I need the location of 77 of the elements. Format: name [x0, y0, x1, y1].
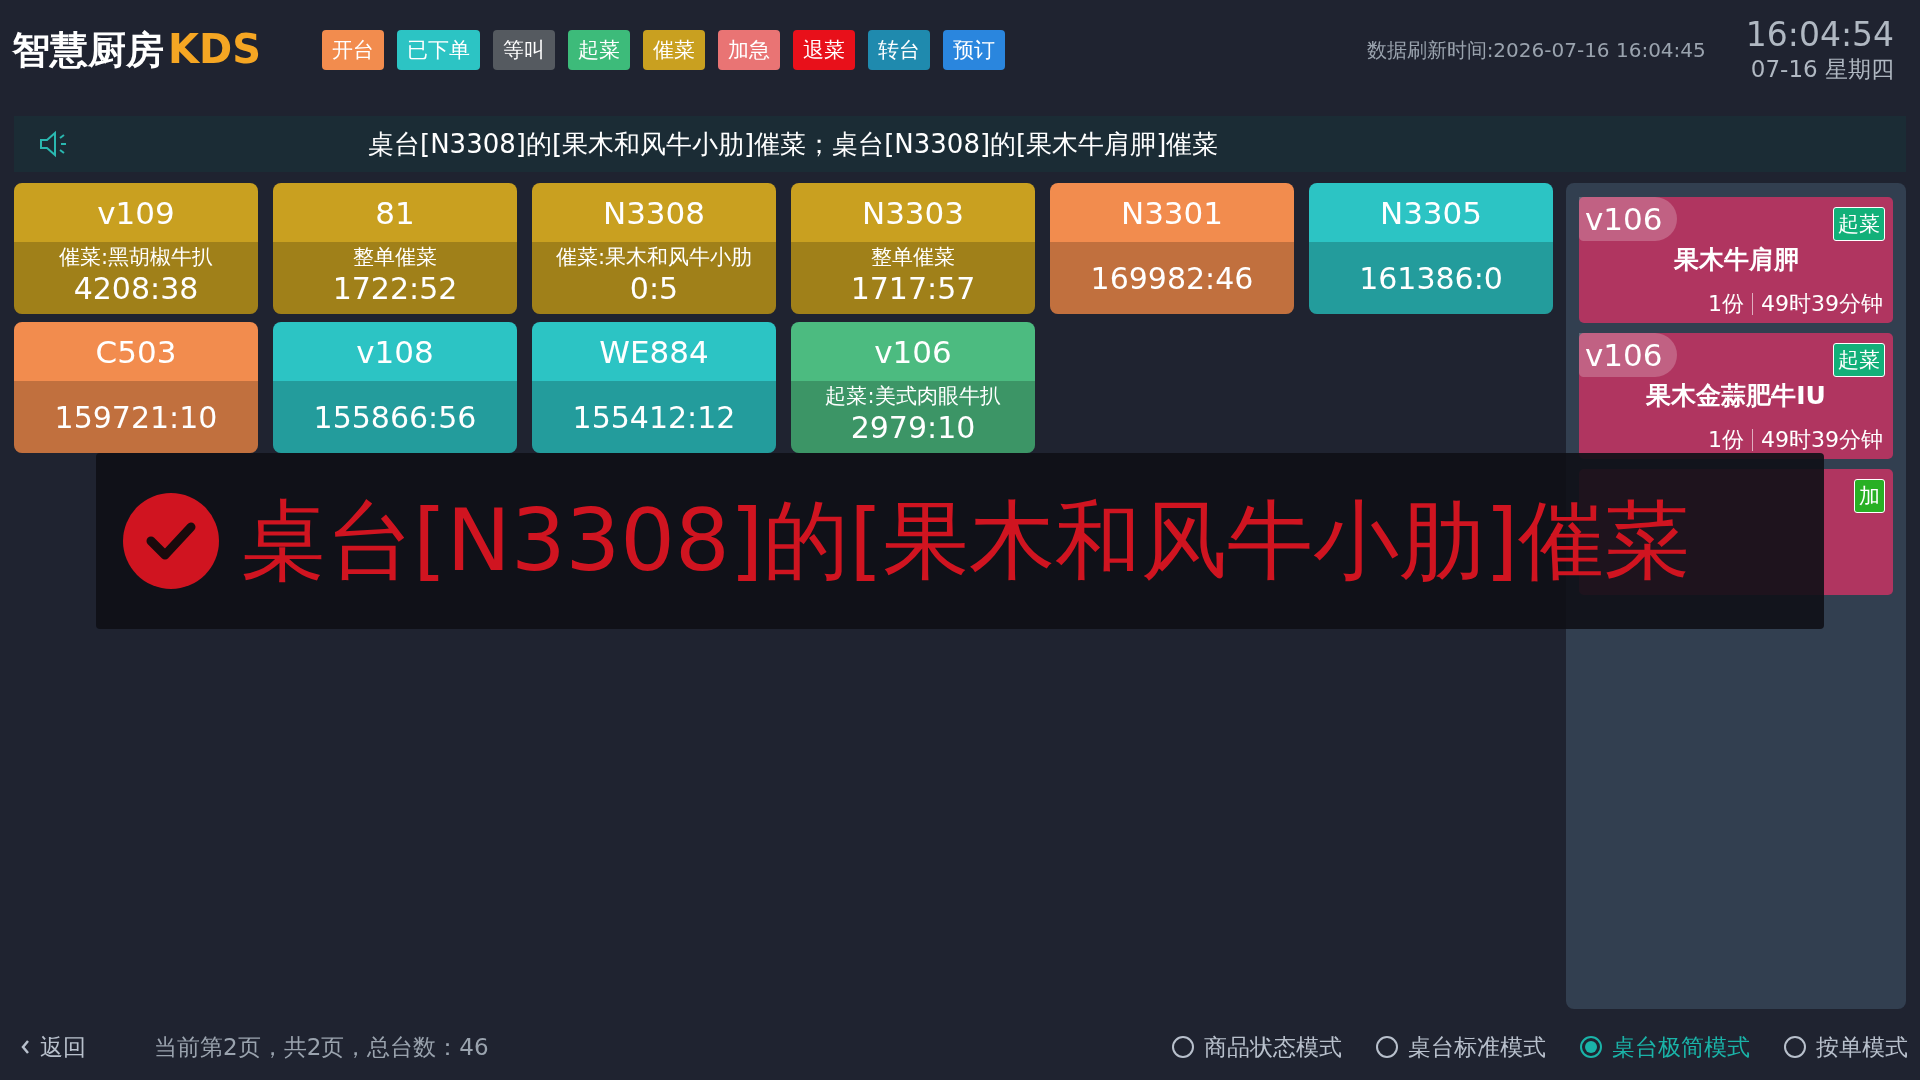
table-name: C503	[95, 333, 177, 370]
table-card[interactable]: WE884 155412:12	[532, 322, 776, 453]
table-note: 整单催菜	[353, 243, 437, 271]
table-timer: 2979:10	[850, 409, 976, 445]
clock-date: 07-16 星期四	[1750, 55, 1894, 84]
status-legend-tag: 等叫	[493, 30, 555, 70]
mode-radio[interactable]: 按单模式	[1784, 1031, 1908, 1063]
toast-message: 桌台[N3308]的[果木和风牛小肋]催菜	[241, 488, 1691, 592]
table-card[interactable]: v108 155866:56	[273, 322, 517, 453]
table-card[interactable]: N3308 催菜:果木和风牛小肋 0:5	[532, 183, 776, 314]
table-name: v108	[356, 333, 434, 370]
table-timer: 155866:56	[313, 399, 477, 435]
table-card[interactable]: N3305 161386:0	[1309, 183, 1553, 314]
dish-name: 果木金蒜肥牛IU	[1645, 380, 1827, 412]
status-legend-tag: 开台	[322, 30, 384, 70]
table-name: N3305	[1379, 194, 1483, 231]
dish-quantity: 1份	[1708, 290, 1744, 318]
mode-label: 按单模式	[1816, 1032, 1908, 1062]
refresh-time: 数据刷新时间:2026-07-16 16:04:45	[1366, 36, 1706, 64]
table-name: v106	[874, 333, 952, 370]
status-legend-tag: 加急	[718, 30, 780, 70]
table-timer: 159721:10	[54, 399, 218, 435]
dish-tag: 起菜	[1833, 207, 1885, 241]
page-info: 当前第2页，共2页，总台数：46	[154, 1032, 489, 1062]
mode-label: 桌台极简模式	[1612, 1032, 1750, 1062]
table-badge: v106	[1579, 333, 1677, 377]
table-timer: 169982:46	[1090, 260, 1254, 296]
dish-tag: 起菜	[1833, 343, 1885, 377]
table-timer: 0:5	[629, 270, 679, 306]
dish-duration: 49时39分钟	[1761, 290, 1883, 318]
logo-text: 智慧厨房	[12, 26, 164, 74]
table-name: 81	[375, 194, 415, 231]
clock-time: 16:04:54	[1745, 15, 1894, 54]
table-timer: 161386:0	[1359, 260, 1503, 296]
check-circle-icon	[123, 493, 219, 589]
mode-radio[interactable]: 商品状态模式	[1172, 1031, 1342, 1063]
dish-quantity: 1份	[1708, 426, 1744, 454]
table-timer: 1722:52	[332, 270, 458, 306]
status-legend-tag: 起菜	[568, 30, 630, 70]
status-legend-tag: 已下单	[397, 30, 480, 70]
logo-accent: KDS	[168, 25, 261, 72]
status-legend-tag: 催菜	[643, 30, 705, 70]
table-name: N3308	[602, 194, 706, 231]
back-button[interactable]: 返回	[20, 1031, 86, 1063]
table-card[interactable]: v106 起菜:美式肉眼牛扒 2979:10	[791, 322, 1035, 453]
announcement-text: 桌台[N3308]的[果木和风牛小肋]催菜；桌台[N3308]的[果木牛肩胛]催菜	[368, 127, 1219, 161]
table-timer: 4208:38	[73, 270, 199, 306]
table-name: WE884	[599, 333, 709, 370]
table-note: 催菜:黑胡椒牛扒	[58, 243, 214, 271]
dish-card[interactable]: v106 起菜 果木牛肩胛 1份 49时39分钟	[1579, 197, 1893, 323]
table-note: 整单催菜	[871, 243, 955, 271]
dish-name: 果木牛肩胛	[1672, 244, 1800, 276]
table-card[interactable]: N3301 169982:46	[1050, 183, 1294, 314]
status-legend-tag: 转台	[868, 30, 930, 70]
dish-card[interactable]: v106 起菜 果木金蒜肥牛IU 1份 49时39分钟	[1579, 333, 1893, 459]
table-card[interactable]: v109 催菜:黑胡椒牛扒 4208:38	[14, 183, 258, 314]
dish-tag: 加	[1854, 479, 1885, 513]
table-note: 催菜:果木和风牛小肋	[555, 243, 753, 271]
table-name: v109	[97, 194, 175, 231]
dish-duration: 49时39分钟	[1761, 426, 1883, 454]
mode-radio[interactable]: 桌台极简模式	[1580, 1031, 1750, 1063]
table-card[interactable]: N3303 整单催菜 1717:57	[791, 183, 1035, 314]
mode-radio[interactable]: 桌台标准模式	[1376, 1031, 1546, 1063]
table-timer: 155412:12	[572, 399, 736, 435]
mode-label: 商品状态模式	[1204, 1032, 1342, 1062]
table-note: 起菜:美式肉眼牛扒	[825, 382, 1001, 410]
table-badge: v106	[1579, 197, 1677, 241]
table-timer: 1717:57	[850, 270, 976, 306]
table-card[interactable]: C503 159721:10	[14, 322, 258, 453]
status-legend-tag: 预订	[943, 30, 1005, 70]
table-name: N3301	[1120, 194, 1224, 231]
table-name: N3303	[861, 194, 965, 231]
table-card[interactable]: 81 整单催菜 1722:52	[273, 183, 517, 314]
status-legend-tag: 退菜	[793, 30, 855, 70]
chevron-left-icon	[20, 1039, 30, 1055]
mode-label: 桌台标准模式	[1408, 1032, 1546, 1062]
speaker-icon	[38, 129, 68, 159]
